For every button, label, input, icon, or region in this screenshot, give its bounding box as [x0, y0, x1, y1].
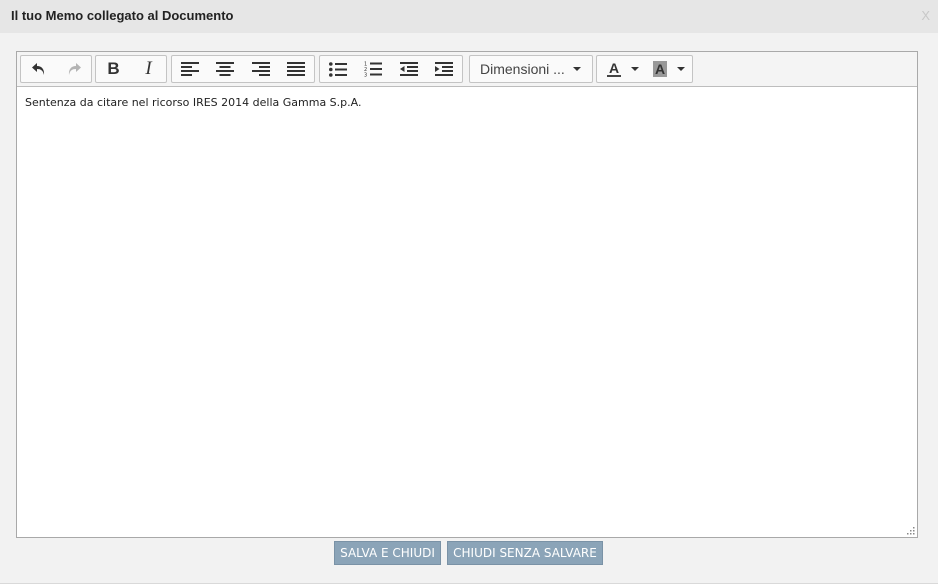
background-color-button[interactable]: A	[645, 56, 691, 82]
redo-button[interactable]	[56, 56, 91, 82]
undo-button[interactable]	[21, 56, 56, 82]
outdent-button[interactable]	[391, 56, 427, 82]
indent-icon	[435, 62, 454, 76]
text-color-button[interactable]: A	[597, 56, 645, 82]
chevron-down-icon	[677, 67, 685, 71]
dialog-titlebar: Il tuo Memo collegato al Documento X	[0, 0, 938, 33]
align-justify-icon	[287, 62, 306, 76]
color-group: A A	[596, 55, 693, 83]
italic-icon: I	[145, 58, 152, 79]
editor-toolbar: B I 1 2 3 Dimensioni ... A A	[17, 52, 917, 87]
editor-content[interactable]: Sentenza da citare nel ricorso IRES 2014…	[17, 87, 917, 537]
outdent-icon	[399, 62, 418, 76]
text-color-icon: A	[607, 60, 621, 77]
align-justify-button[interactable]	[279, 56, 315, 82]
numbered-list-button[interactable]: 1 2 3	[356, 56, 392, 82]
chevron-down-icon	[572, 67, 581, 71]
undo-icon	[31, 63, 44, 75]
bullet-list-button[interactable]	[320, 56, 356, 82]
history-group	[20, 55, 92, 83]
numbered-list-icon: 1 2 3	[364, 62, 383, 78]
bold-icon: B	[107, 59, 120, 78]
rich-text-editor: B I 1 2 3 Dimensioni ... A A Sentenza da…	[16, 51, 918, 538]
dialog-title: Il tuo Memo collegato al Documento	[11, 8, 234, 23]
svg-text:3: 3	[364, 73, 367, 78]
align-center-icon	[216, 62, 235, 76]
list-group: 1 2 3	[319, 55, 463, 83]
align-right-button[interactable]	[243, 56, 279, 82]
align-left-icon	[180, 62, 199, 76]
align-right-icon	[251, 62, 270, 76]
chevron-down-icon	[631, 67, 639, 71]
save-and-close-button[interactable]: SALVA E CHIUDI	[334, 541, 441, 565]
redo-icon	[68, 63, 81, 75]
format-group: B I	[95, 55, 167, 83]
close-without-saving-button[interactable]: CHIUDI SENZA SALVARE	[447, 541, 603, 565]
align-left-button[interactable]	[172, 56, 208, 82]
memo-dialog: Il tuo Memo collegato al Documento X B I…	[0, 0, 938, 584]
bullet-list-icon	[328, 61, 347, 77]
font-size-label: Dimensioni ...	[480, 61, 565, 77]
resize-grip-icon[interactable]	[905, 525, 915, 535]
bold-button[interactable]: B	[96, 56, 131, 82]
align-center-button[interactable]	[208, 56, 244, 82]
indent-button[interactable]	[427, 56, 463, 82]
align-group	[171, 55, 315, 83]
italic-button[interactable]: I	[131, 56, 166, 82]
close-button[interactable]: X	[921, 8, 930, 23]
font-size-dropdown[interactable]: Dimensioni ...	[469, 55, 593, 83]
background-color-icon: A	[653, 61, 667, 77]
